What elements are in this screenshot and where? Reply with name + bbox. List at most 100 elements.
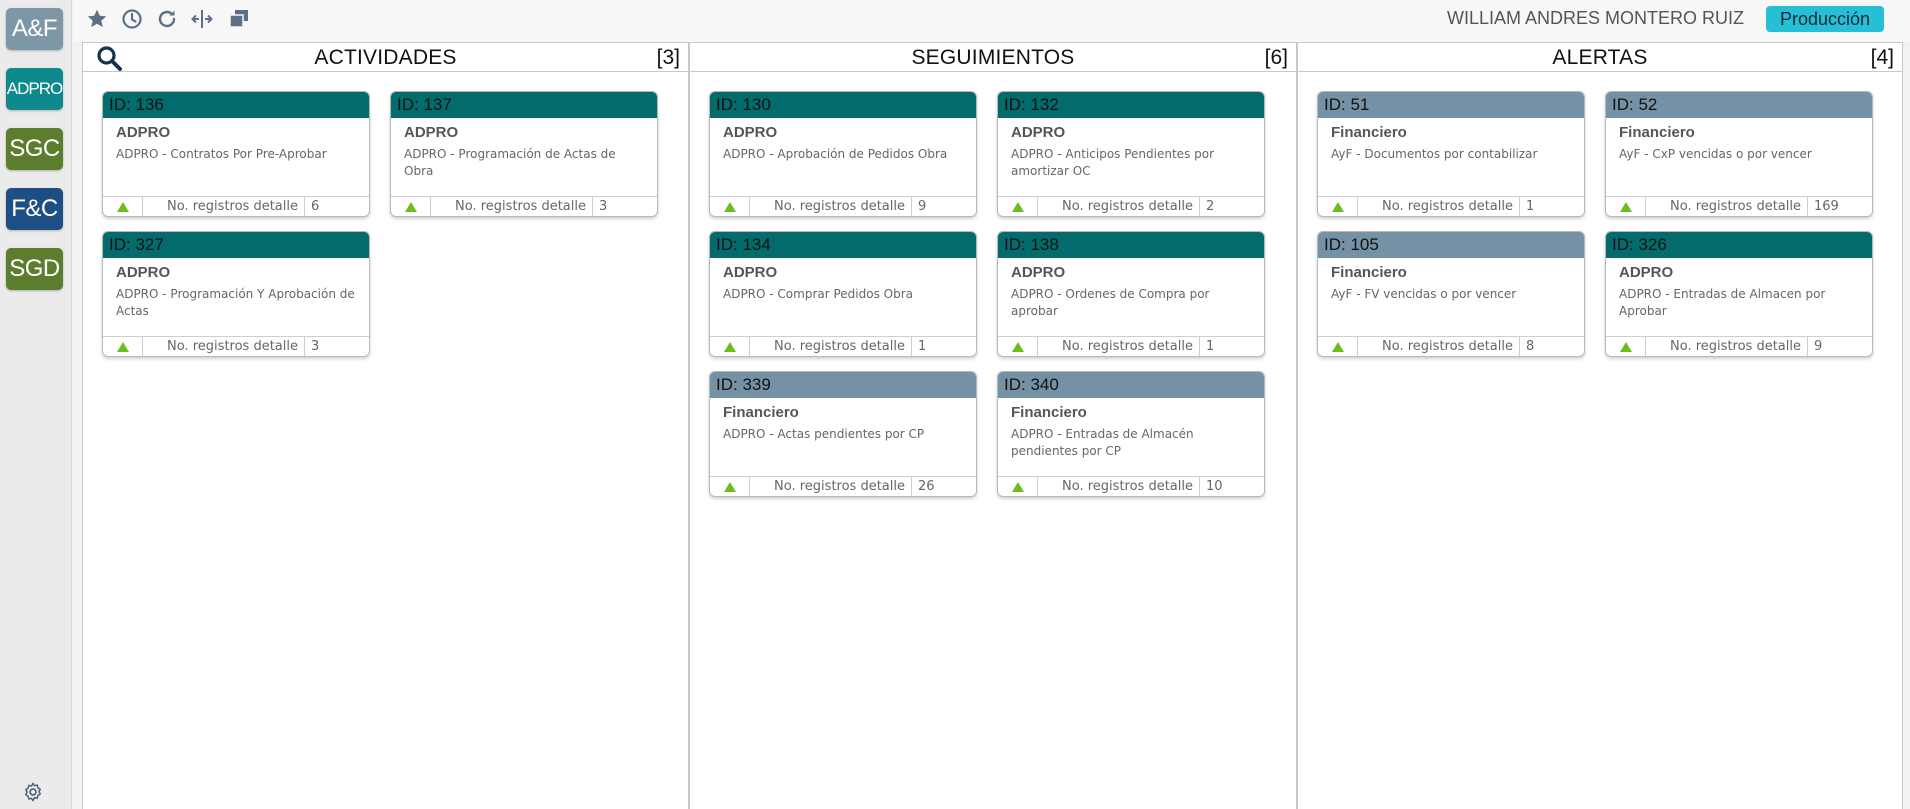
card-list: ID: 130 ADPRO ADPRO - Aprobación de Pedido…	[709, 91, 1279, 497]
card-footer: No. registros detalle 9	[710, 196, 976, 216]
detail-count-label: No. registros detalle	[1646, 197, 1808, 216]
card-description: AyF - Documentos por contabilizar	[1331, 147, 1538, 161]
card-title: ADPRO	[1619, 264, 1674, 281]
task-card[interactable]: ID: 132 ADPRO ADPRO - Anticipos Pendientes…	[997, 91, 1265, 217]
card-description: AyF - CxP vencidas o por vencer	[1619, 147, 1812, 161]
task-card[interactable]: ID: 105 Financiero AyF - FV vencidas o por…	[1317, 231, 1585, 357]
column-actividades: ACTIVIDADES [3] ID: 136 ADPRO ADPRO - Cont…	[82, 42, 689, 809]
expand-arrow-icon[interactable]	[1318, 337, 1358, 356]
column-title: SEGUIMIENTOS	[911, 46, 1075, 69]
card-description: ADPRO - Actas pendientes por CP	[723, 427, 925, 441]
triangle-up-icon	[1011, 201, 1024, 212]
task-card[interactable]: ID: 51 Financiero AyF - Documentos por con…	[1317, 91, 1585, 217]
module-sidebar: A&F ADPRO SGC F&C SGD	[0, 0, 72, 809]
gear-icon[interactable]	[22, 781, 44, 803]
card-footer: No. registros detalle 26	[710, 476, 976, 496]
refresh-icon[interactable]	[155, 7, 179, 31]
task-card[interactable]: ID: 327 ADPRO ADPRO - Programación Y Aprob…	[102, 231, 370, 357]
card-list: ID: 51 Financiero AyF - Documentos por con…	[1317, 91, 1887, 357]
module-button-sgd[interactable]: SGD	[6, 248, 63, 290]
card-body: ADPRO ADPRO - Entradas de Almacen por Apr…	[1606, 258, 1872, 334]
column-alertas: ALERTAS [4] ID: 51 Financiero AyF - Docume…	[1297, 42, 1903, 809]
card-id: ID: 138	[998, 232, 1264, 258]
card-description: ADPRO - Comprar Pedidos Obra	[723, 287, 914, 301]
card-body: ADPRO ADPRO - Programación de Actas de Ob…	[391, 118, 657, 194]
task-card[interactable]: ID: 52 Financiero AyF - CxP vencidas o por…	[1605, 91, 1873, 217]
clock-icon[interactable]	[120, 7, 144, 31]
expand-arrow-icon[interactable]	[998, 197, 1038, 216]
task-card[interactable]: ID: 137 ADPRO ADPRO - Programación de Acta…	[390, 91, 658, 217]
detail-count-value: 2	[1206, 199, 1215, 214]
triangle-up-icon	[1619, 201, 1632, 212]
card-footer: No. registros detalle 169	[1606, 196, 1872, 216]
card-id: ID: 134	[710, 232, 976, 258]
detail-count-value: 1	[1526, 199, 1535, 214]
column-count: [3]	[656, 46, 680, 69]
star-icon[interactable]	[85, 7, 109, 31]
task-card[interactable]: ID: 339 Financiero ADPRO - Actas pendiente…	[709, 371, 977, 497]
expand-arrow-icon[interactable]	[998, 477, 1038, 496]
detail-count-label: No. registros detalle	[750, 337, 912, 356]
windows-icon[interactable]	[227, 7, 251, 31]
top-toolbar: WILLIAM ANDRES MONTERO RUIZ Producción	[73, 0, 1910, 42]
column-seguimientos: SEGUIMIENTOS [6] ID: 130 ADPRO ADPRO - Apr…	[689, 42, 1297, 809]
card-footer: No. registros detalle 3	[103, 336, 369, 356]
task-card[interactable]: ID: 136 ADPRO ADPRO - Contratos Por Pre-Ap…	[102, 91, 370, 217]
module-button-sgc[interactable]: SGC	[6, 128, 63, 170]
card-title: ADPRO	[116, 264, 171, 281]
detail-count-label: No. registros detalle	[1646, 337, 1808, 356]
triangle-up-icon	[1331, 201, 1344, 212]
expand-arrow-icon[interactable]	[710, 197, 750, 216]
task-card[interactable]: ID: 138 ADPRO ADPRO - Ordenes de Compra po…	[997, 231, 1265, 357]
task-card[interactable]: ID: 134 ADPRO ADPRO - Comprar Pedidos Obra…	[709, 231, 977, 357]
card-title: ADPRO	[404, 124, 459, 141]
detail-count-value: 9	[918, 199, 927, 214]
detail-count-value: 1	[1206, 339, 1215, 354]
card-footer: No. registros detalle 8	[1318, 336, 1584, 356]
expand-arrow-icon[interactable]	[998, 337, 1038, 356]
task-card[interactable]: ID: 340 Financiero ADPRO - Entradas de Alm…	[997, 371, 1265, 497]
card-description: ADPRO - Entradas de Almacén pendientes p…	[1011, 427, 1194, 458]
module-button-af[interactable]: A&F	[6, 8, 63, 50]
card-body: ADPRO ADPRO - Contratos Por Pre-Aprobar	[103, 118, 369, 194]
card-id: ID: 136	[103, 92, 369, 118]
module-button-fc[interactable]: F&C	[6, 188, 63, 230]
detail-count-value: 26	[918, 479, 935, 494]
card-description: ADPRO - Aprobación de Pedidos Obra	[723, 147, 948, 161]
card-description: ADPRO - Entradas de Almacen por Aprobar	[1619, 287, 1826, 318]
detail-count-label: No. registros detalle	[1358, 197, 1520, 216]
triangle-up-icon	[1011, 341, 1024, 352]
detail-count-value: 1	[918, 339, 927, 354]
expand-arrow-icon[interactable]	[1318, 197, 1358, 216]
detail-count-label: No. registros detalle	[431, 197, 593, 216]
column-header: SEGUIMIENTOS [6]	[690, 42, 1296, 72]
environment-badge[interactable]: Producción	[1766, 6, 1884, 32]
card-id: ID: 137	[391, 92, 657, 118]
triangle-up-icon	[723, 201, 736, 212]
user-name: WILLIAM ANDRES MONTERO RUIZ	[1446, 8, 1744, 28]
module-label: SGD	[9, 255, 60, 282]
triangle-up-icon	[1619, 341, 1632, 352]
column-title: ACTIVIDADES	[314, 46, 457, 69]
expand-arrow-icon[interactable]	[710, 337, 750, 356]
card-id: ID: 340	[998, 372, 1264, 398]
card-body: ADPRO ADPRO - Aprobación de Pedidos Obra	[710, 118, 976, 194]
triangle-up-icon	[116, 201, 129, 212]
expand-arrow-icon[interactable]	[103, 337, 143, 356]
task-card[interactable]: ID: 326 ADPRO ADPRO - Entradas de Almacen …	[1605, 231, 1873, 357]
detail-count-label: No. registros detalle	[1038, 337, 1200, 356]
expand-arrow-icon[interactable]	[1606, 337, 1646, 356]
detail-count-label: No. registros detalle	[750, 197, 912, 216]
expand-arrow-icon[interactable]	[103, 197, 143, 216]
task-card[interactable]: ID: 130 ADPRO ADPRO - Aprobación de Pedido…	[709, 91, 977, 217]
expand-arrow-icon[interactable]	[710, 477, 750, 496]
card-footer: No. registros detalle 10	[998, 476, 1264, 496]
expand-arrow-icon[interactable]	[391, 197, 431, 216]
module-button-adpro[interactable]: ADPRO	[6, 68, 63, 110]
expand-arrow-icon[interactable]	[1606, 197, 1646, 216]
card-body: ADPRO ADPRO - Comprar Pedidos Obra	[710, 258, 976, 334]
detail-count-value: 169	[1814, 199, 1839, 214]
module-label: F&C	[11, 195, 58, 222]
split-columns-icon[interactable]	[190, 7, 214, 31]
card-description: ADPRO - Contratos Por Pre-Aprobar	[116, 147, 327, 161]
